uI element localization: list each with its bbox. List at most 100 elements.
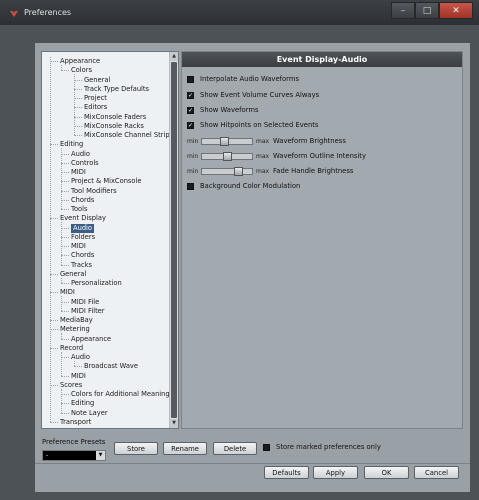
tree-item[interactable]: Folders [71, 233, 95, 242]
checkbox[interactable] [187, 182, 194, 190]
slider-track[interactable] [201, 151, 253, 161]
tree-item[interactable]: Metering [60, 325, 90, 334]
tree-item[interactable]: MediaBay [60, 316, 93, 325]
tree-item[interactable]: Tools [71, 205, 87, 214]
app-icon [10, 11, 18, 17]
tree-item[interactable]: Audio [71, 223, 95, 233]
slider-min-label: min [187, 167, 199, 175]
minimize-button[interactable]: – [391, 2, 415, 19]
slider-label: Waveform Outline Intensity [273, 152, 366, 160]
tree-connector [61, 394, 69, 395]
preset-select-value: - [46, 452, 49, 459]
ok-button[interactable]: OK [364, 466, 409, 479]
tree-item[interactable]: Tracks [71, 261, 92, 270]
slider-thumb[interactable] [234, 166, 243, 176]
title-bar[interactable]: Preferences – □ ✕ [0, 0, 479, 25]
tree-item[interactable]: Transport [60, 418, 91, 427]
tree-connector [61, 162, 69, 164]
tree-item[interactable]: Appearance [71, 335, 111, 344]
slider-thumb[interactable] [223, 151, 232, 161]
tree-item[interactable]: Chords [71, 196, 94, 205]
tree-connector [61, 388, 62, 413]
checkbox[interactable]: ✓ [187, 91, 194, 99]
option-show-waveforms[interactable]: ✓ Show Waveforms [187, 105, 259, 115]
delete-button[interactable]: Delete [213, 442, 257, 455]
slider-max-label: max [256, 137, 270, 145]
tree-connector [61, 351, 62, 376]
tree-item[interactable]: Editing [60, 140, 83, 149]
option-label: Show Event Volume Curves Always [200, 91, 320, 99]
tree-item[interactable]: MIDI [71, 372, 86, 381]
tree-item[interactable]: MIDI [71, 242, 86, 251]
option-show-hitpoints[interactable]: ✓ Show Hitpoints on Selected Events [187, 120, 318, 130]
tree-item[interactable]: Colors for Additional Meanings [71, 390, 173, 399]
tree-item[interactable]: Event Display [60, 214, 106, 223]
checkbox[interactable] [187, 75, 194, 83]
option-background-color-modulation[interactable]: Background Color Modulation [187, 181, 300, 191]
slider-thumb[interactable] [220, 136, 229, 146]
apply-button[interactable]: Apply [313, 466, 358, 479]
tree-item[interactable]: Audio [71, 150, 90, 159]
tree-item[interactable]: Personalization [71, 279, 122, 288]
tree-connector [61, 181, 69, 183]
tree-item[interactable]: General [60, 270, 86, 279]
checkbox[interactable]: ✓ [187, 106, 194, 114]
tree-item[interactable]: Note Layer [71, 409, 108, 418]
tree-item[interactable]: MIDI [71, 168, 86, 177]
tree-item[interactable]: Editors [84, 103, 107, 112]
option-label: Interpolate Audio Waveforms [200, 75, 300, 83]
tree-item[interactable]: MixConsole Channel Strip [84, 131, 170, 140]
checkbox[interactable] [263, 443, 270, 451]
tree-item[interactable]: Track Type Defaults [84, 85, 149, 94]
chevron-down-icon[interactable]: ▼ [96, 451, 105, 460]
tree-item[interactable]: MIDI File [71, 298, 99, 307]
tree-connector [74, 74, 75, 135]
slider-track[interactable] [201, 136, 253, 146]
tree-item[interactable]: Broadcast Wave [84, 362, 138, 371]
tree-connector [61, 283, 69, 284]
tree-connector [50, 347, 58, 349]
tree-item[interactable]: Appearance [60, 57, 100, 66]
tree-connector [61, 296, 62, 311]
store-button[interactable]: Store [114, 442, 158, 455]
checkbox[interactable]: ✓ [187, 121, 194, 129]
option-show-volume-curves[interactable]: ✓ Show Event Volume Curves Always [187, 90, 319, 100]
slider-min-label: min [187, 152, 199, 160]
tree-item[interactable]: Project & MixConsole [71, 177, 141, 186]
tree-item[interactable]: MixConsole Racks [84, 122, 144, 131]
scroll-up-icon[interactable]: ▲ [170, 52, 178, 61]
defaults-button[interactable]: Defaults [264, 466, 309, 479]
store-marked-option[interactable]: Store marked preferences only [263, 443, 381, 451]
cancel-button[interactable]: Cancel [414, 466, 459, 479]
rename-button[interactable]: Rename [163, 442, 207, 455]
tree-connector [74, 125, 82, 127]
tree-connector [61, 65, 62, 71]
scroll-down-icon[interactable]: ▼ [170, 419, 178, 428]
tree-item[interactable]: General [84, 76, 110, 85]
preset-select[interactable]: - ▼ [42, 450, 106, 461]
tree-item[interactable]: Scores [60, 381, 82, 390]
tree-item[interactable]: Editing [71, 399, 94, 408]
tree-item[interactable]: MIDI [60, 288, 75, 297]
tree-connector [50, 384, 58, 386]
tree-item[interactable]: MIDI Filter [71, 307, 105, 316]
tree-connector [61, 209, 69, 210]
tree-connector [61, 310, 69, 312]
slider-max-label: max [256, 167, 270, 175]
maximize-button[interactable]: □ [415, 2, 439, 19]
slider-track[interactable] [201, 166, 253, 176]
tree-item[interactable]: Project [84, 94, 107, 103]
close-button[interactable]: ✕ [439, 2, 473, 19]
tree-connector [61, 172, 69, 173]
tree-scrollbar[interactable]: ▲ ▼ [169, 52, 178, 428]
option-interpolate-waveforms[interactable]: Interpolate Audio Waveforms [187, 74, 299, 84]
tree-item[interactable]: Chords [71, 251, 94, 260]
slider-fade-handle-brightness: min max Fade Handle Brightness [187, 166, 353, 176]
tree-content: Appearance Colors General Track Type Defaul… [42, 52, 173, 428]
tree-item[interactable]: Record [60, 344, 83, 353]
tree-item[interactable]: Controls [71, 159, 99, 168]
scroll-thumb[interactable] [171, 62, 177, 418]
tree-item[interactable]: Tool Modifiers [71, 187, 117, 196]
tree-connector [61, 264, 69, 266]
tree-item[interactable]: MixConsole Faders [84, 113, 146, 122]
